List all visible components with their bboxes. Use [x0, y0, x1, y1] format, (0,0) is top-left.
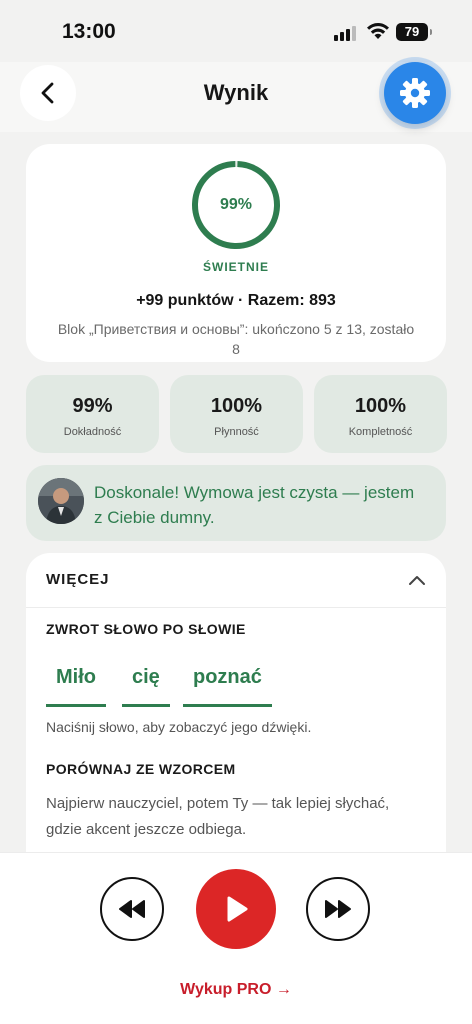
play-button[interactable]	[196, 869, 276, 949]
metric-label: Dokładność	[63, 426, 122, 438]
feedback-message: Doskonale! Wymowa jest czysta — jestem z…	[94, 483, 415, 527]
battery-indicator: 79	[396, 23, 432, 41]
status-bar: 13:00 79	[0, 0, 472, 62]
metric-value: 99%	[72, 395, 113, 417]
rewind-icon	[119, 900, 145, 918]
score-percent: 99%	[219, 196, 253, 213]
more-section-title: WIĘCEJ	[46, 571, 110, 588]
metric-accuracy: 99% Dokładność	[26, 375, 159, 453]
rewind-button[interactable]	[100, 877, 164, 941]
word-hint: Naciśnij słowo, aby zobaczyć jego dźwięk…	[46, 719, 312, 735]
chevron-up-icon[interactable]	[408, 573, 426, 587]
score-rating: ŚWIETNIE	[202, 260, 269, 274]
gear-icon	[400, 78, 430, 108]
metric-fluency: 100% Płynność	[170, 375, 303, 453]
metric-completeness: 100% Kompletność	[314, 375, 447, 453]
word-chip[interactable]: poznać	[183, 665, 272, 707]
upgrade-pro-link[interactable]: Wykup PRO →	[0, 981, 472, 999]
fast-forward-button[interactable]	[306, 877, 370, 941]
word-chip[interactable]: cię	[122, 665, 170, 707]
word-by-word-title: ZWROT SŁOWO PO SŁOWIE	[46, 621, 246, 637]
metric-label: Płynność	[214, 426, 259, 438]
playback-bar: Wykup PRO →	[0, 852, 472, 1024]
word-chip[interactable]: Miło	[46, 665, 106, 707]
wifi-icon	[366, 22, 390, 45]
metric-value: 100%	[354, 395, 407, 417]
compare-title: PORÓWNAJ ZE WZORCEM	[46, 761, 236, 777]
fast-forward-icon	[325, 900, 351, 918]
block-progress-info: Blok „Приветствия и основы”: ukończono 5…	[57, 321, 415, 357]
top-bar: Wynik	[0, 62, 472, 132]
tutor-avatar	[38, 478, 84, 524]
tutor-feedback: Doskonale! Wymowa jest czysta — jestem z…	[26, 465, 446, 541]
metric-label: Kompletność	[348, 426, 413, 438]
play-icon	[227, 896, 248, 922]
points-summary: +99 punktów · Razem: 893	[136, 292, 336, 309]
signal-icon	[334, 25, 358, 41]
settings-button[interactable]	[384, 62, 446, 124]
metric-value: 100%	[210, 395, 263, 417]
status-time: 13:00	[62, 20, 116, 43]
score-card: 99% ŚWIETNIE +99 punktów · Razem: 893 Bl…	[26, 144, 446, 362]
compare-description: Najpierw nauczyciel, potem Ty — tak lepi…	[46, 795, 390, 838]
divider	[26, 607, 446, 608]
more-section: WIĘCEJ ZWROT SŁOWO PO SŁOWIE Miło cię po…	[26, 553, 446, 873]
